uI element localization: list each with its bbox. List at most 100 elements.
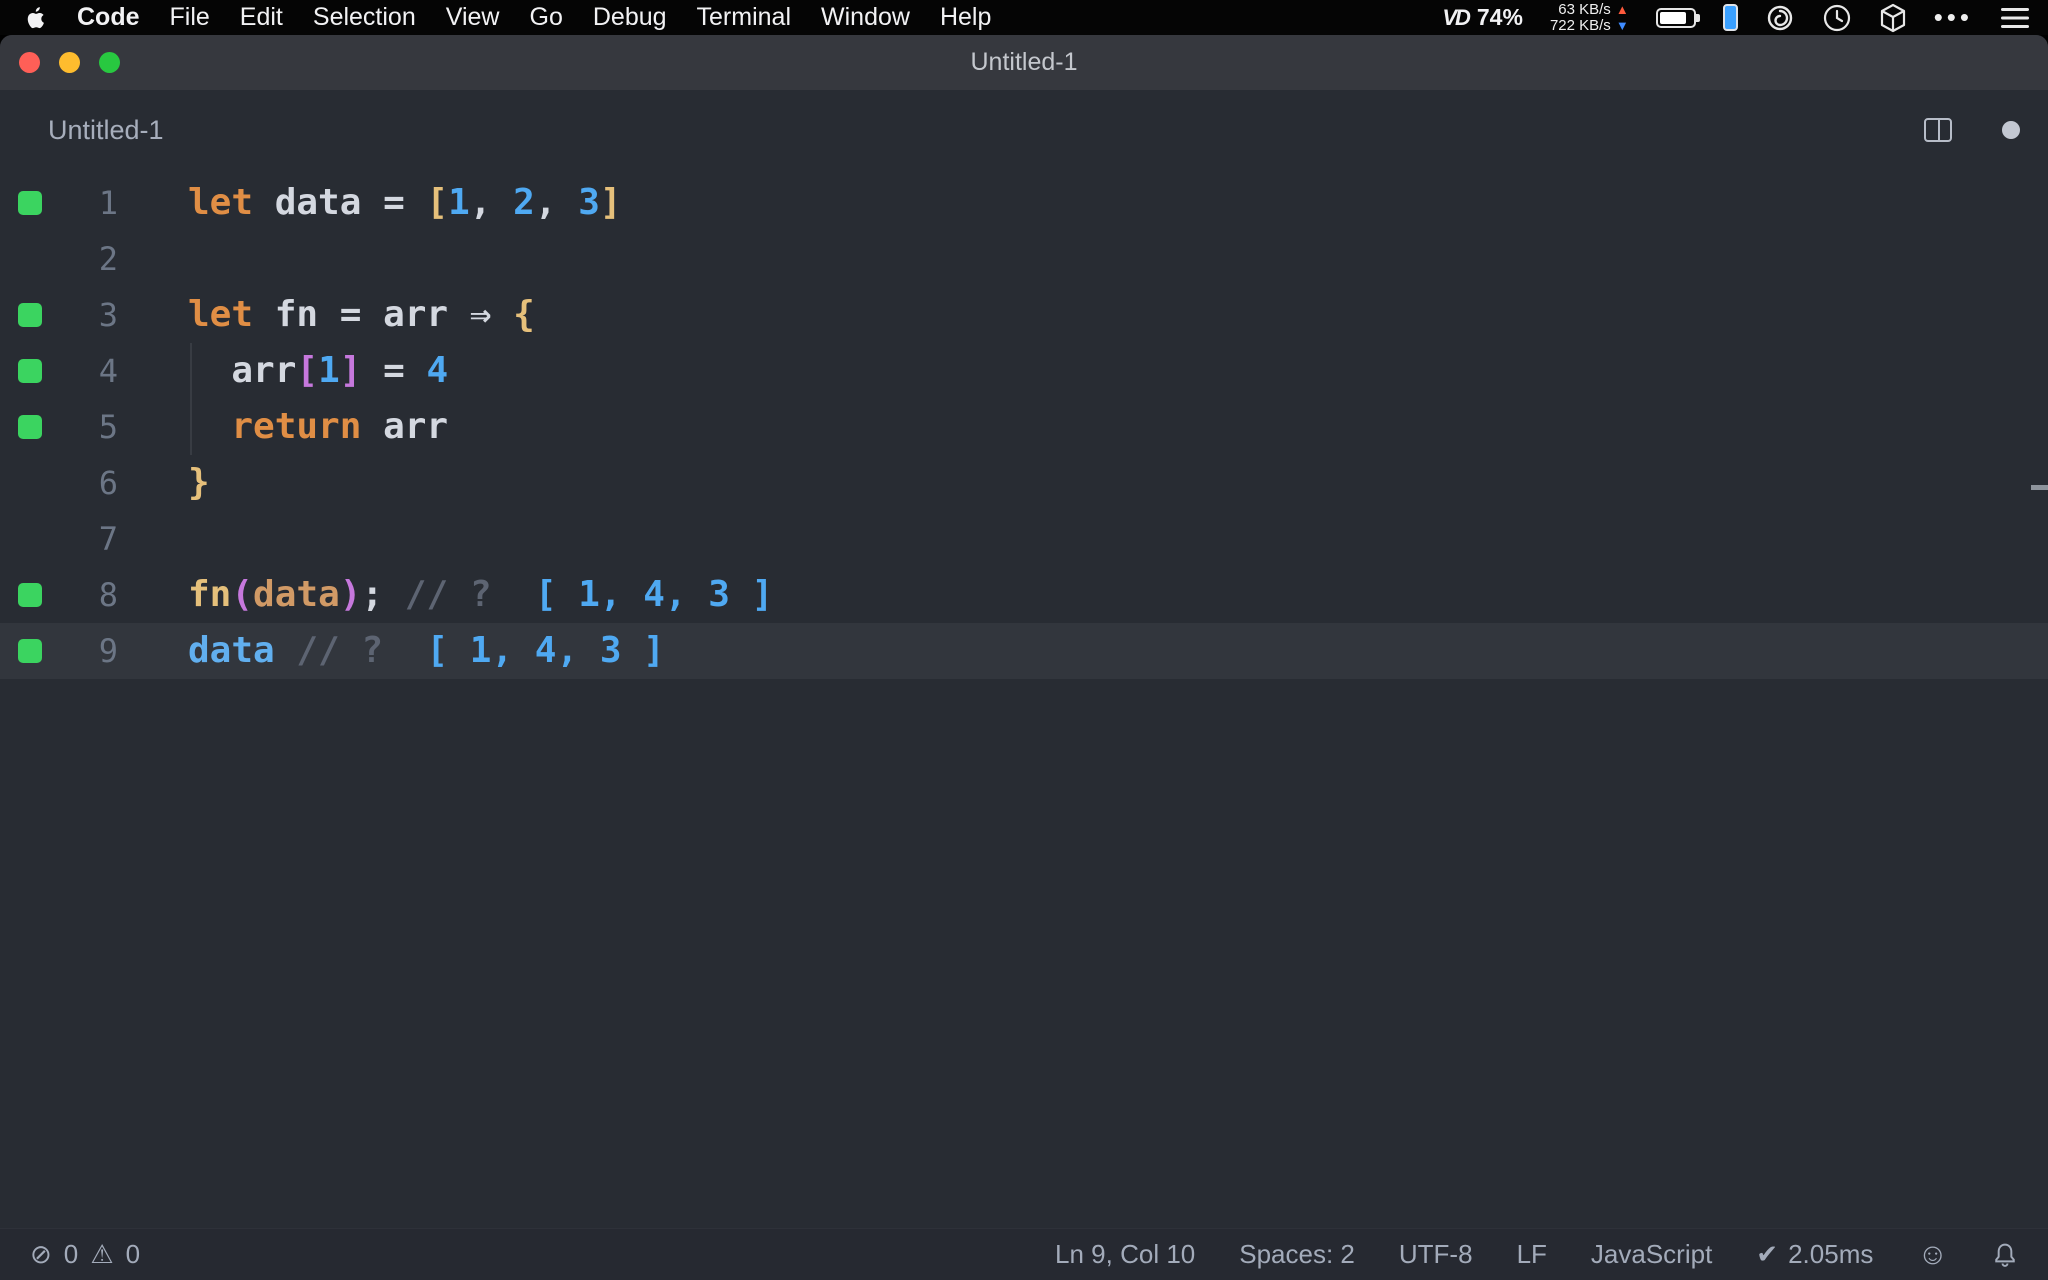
token-num: 1 [318,350,340,391]
menu-item-help[interactable]: Help [925,0,1006,35]
token-pl: = [361,350,427,391]
quokka-status[interactable]: ✔ 2.05ms [1756,1239,1873,1270]
code-text: fn(data); // ? [ 1, 4, 3 ] [188,567,773,623]
code-line-4[interactable]: 4 arr[1] = 4 [0,343,2048,399]
apple-icon [27,6,44,28]
line-number: 5 [98,408,118,446]
language-mode-status[interactable]: JavaScript [1591,1239,1712,1270]
line-number: 3 [98,296,118,334]
line-number: 6 [98,464,118,502]
menu-item-selection[interactable]: Selection [298,0,431,35]
zoom-window-button[interactable] [99,52,120,73]
download-speed: 722 KB/s [1549,16,1611,34]
iphone-icon[interactable] [1722,4,1738,31]
code-line-9[interactable]: 9 data // ? [ 1, 4, 3 ] [0,623,2048,679]
token-b2: ) [339,574,362,615]
download-arrow-icon: ▼ [1615,17,1629,33]
token-b2: ] [339,350,362,391]
indentation-status[interactable]: Spaces: 2 [1239,1239,1355,1270]
menu-list-icon[interactable] [2000,6,2030,30]
check-icon: ✔ [1756,1239,1779,1269]
code-line-5[interactable]: 5 return arr [0,399,2048,455]
ellipsis-icon[interactable]: ••• [1934,2,1973,33]
minimize-window-button[interactable] [59,52,80,73]
overview-ruler-marker[interactable] [2031,485,2048,490]
editor-tab-bar: Untitled-1 [0,90,2048,170]
window-title-bar[interactable]: Untitled-1 [0,35,2048,90]
menu-status-icons: VD 74% 63 KB/s ▲ 722 KB/s ▼ ••• [1442,0,2048,35]
tab-untitled-1[interactable]: Untitled-1 [48,115,164,146]
close-window-button[interactable] [19,52,40,73]
code-line-8[interactable]: 8 fn(data); // ? [ 1, 4, 3 ] [0,567,2048,623]
token-fn: fn [188,574,232,615]
upload-speed: 63 KB/s [1558,0,1611,18]
network-speed-menulet[interactable]: 63 KB/s ▲ 722 KB/s ▼ [1549,0,1629,34]
menu-item-code[interactable]: Code [62,0,155,35]
notifications-bell-icon[interactable] [1992,1241,2018,1269]
token-arg: data [253,574,340,615]
menu-item-terminal[interactable]: Terminal [682,0,806,35]
menu-item-go[interactable]: Go [515,0,578,35]
apple-menu[interactable] [0,5,62,31]
clock-icon[interactable] [1822,3,1852,33]
token-num: 3 [578,182,600,223]
token-num: 1 [448,182,470,223]
token-b1: } [188,462,210,503]
quokka-run-time: 2.05ms [1788,1239,1874,1269]
feedback-smiley-icon[interactable]: ☺ [1917,1238,1948,1272]
token-b1: { [513,294,535,335]
line-number: 8 [98,576,118,614]
errors-count: 0 [63,1239,79,1269]
code-text: } [188,455,210,511]
code-text: arr[1] = 4 [188,343,448,399]
modified-indicator-dot[interactable] [2002,121,2020,139]
code-text: data // ? [ 1, 4, 3 ] [188,623,665,679]
editor-lines: 1 let data = [1, 2, 3] 2 3 let fn = arr ⇒ {4… [0,175,2048,679]
split-editor-icon[interactable] [1924,118,1952,142]
encoding-status[interactable]: UTF-8 [1399,1239,1473,1270]
token-var: data [188,630,275,671]
menu-item-edit[interactable]: Edit [225,0,298,35]
code-line-6[interactable]: 6} [0,455,2048,511]
menu-item-view[interactable]: View [431,0,515,35]
code-line-2[interactable]: 2 [0,231,2048,287]
status-bar: ⊘ 0 ⚠︎ 0 Ln 9, Col 10 Spaces: 2 UTF-8 LF… [0,1228,2048,1280]
token-pl: , [534,182,579,223]
token-pl: fn = arr [253,294,470,335]
battery-icon[interactable] [1655,7,1700,28]
cube-icon[interactable] [1879,3,1907,33]
menu-item-file[interactable]: File [155,0,225,35]
vd-app-icon: VD [1442,4,1471,30]
code-line-1[interactable]: 1 let data = [1, 2, 3] [0,175,2048,231]
token-pl: arr [361,406,449,447]
token-out: [ 1, 4, 3 ] [513,574,774,615]
code-editor[interactable]: 1 let data = [1, 2, 3] 2 3 let fn = arr ⇒ {4… [0,170,2048,1228]
warnings-icon: ⚠︎ [90,1239,114,1269]
token-b2: ( [231,574,254,615]
tab-actions [1924,118,2020,142]
token-pl: arr [188,350,297,391]
battery-percent-menulet[interactable]: VD 74% [1442,4,1523,31]
token-pl: data = [253,182,427,223]
errors-icon: ⊘ [30,1239,52,1269]
swirl-icon[interactable] [1765,3,1795,33]
code-text: let fn = arr ⇒ { [188,287,535,343]
menu-item-window[interactable]: Window [806,0,925,35]
code-line-3[interactable]: 3 let fn = arr ⇒ { [0,287,2048,343]
vscode-window: Untitled-1 Untitled-1 1 let data = [1, 2,… [0,35,2048,1280]
token-kw: let [188,182,254,223]
status-right: Ln 9, Col 10 Spaces: 2 UTF-8 LF JavaScri… [1055,1238,2018,1272]
menu-item-debug[interactable]: Debug [578,0,682,35]
line-number: 9 [98,632,118,670]
token-b1: ] [599,182,622,223]
macos-menu-bar: Code File Edit Selection View Go Debug T… [0,0,2048,35]
cursor-position-status[interactable]: Ln 9, Col 10 [1055,1239,1195,1270]
window-title: Untitled-1 [970,48,1078,76]
battery-fill [1659,11,1686,24]
problems-status[interactable]: ⊘ 0 ⚠︎ 0 [30,1239,140,1270]
eol-status[interactable]: LF [1517,1239,1547,1270]
code-line-7[interactable]: 7 [0,511,2048,567]
token-pl: ; [361,574,384,615]
